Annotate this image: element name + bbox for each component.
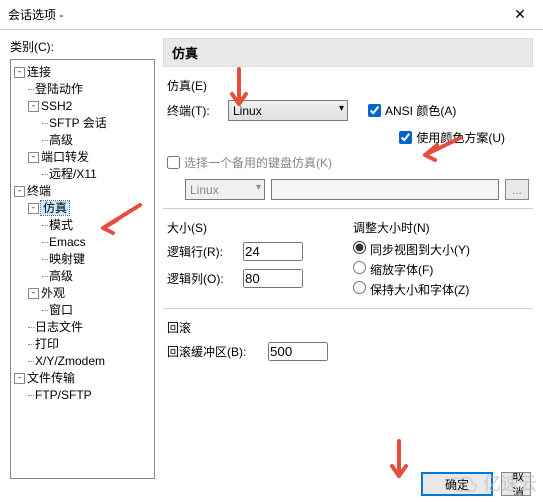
tree-item-print[interactable]: 打印 (35, 337, 59, 351)
color-scheme-checkbox[interactable]: 使用颜色方案(U) (399, 129, 505, 146)
expand-icon[interactable]: - (28, 288, 39, 299)
scrollback-label: 回滚缓冲区(B): (167, 343, 262, 360)
tree-item-login[interactable]: 登陆动作 (35, 82, 83, 96)
cols-input[interactable] (243, 269, 303, 288)
rows-input[interactable] (243, 242, 303, 261)
expand-icon[interactable]: - (28, 203, 39, 214)
tree-item-advanced[interactable]: 高级 (49, 269, 73, 283)
watermark: 亿速云 (449, 470, 537, 496)
tree-item-sftp[interactable]: SFTP 会话 (49, 116, 107, 130)
category-tree[interactable]: -连接 登陆动作 -SSH2 SFTP 会话 高级 -端口转发 (10, 59, 155, 479)
size-group-label: 大小(S) (167, 219, 343, 236)
emulation-group-label: 仿真(E) (167, 77, 529, 94)
title-bar: 会话选项 - ✕ (0, 0, 543, 30)
tree-item-emacs[interactable]: Emacs (49, 235, 86, 249)
tree-item-window[interactable]: 窗口 (49, 303, 73, 317)
alt-keyboard-checkbox[interactable]: 选择一个备用的键盘仿真(K) (167, 154, 332, 171)
expand-icon[interactable]: - (14, 67, 25, 78)
window-title: 会话选项 - (8, 6, 63, 23)
ansi-color-checkbox[interactable]: ANSI 颜色(A) (368, 102, 456, 119)
tree-item-terminal[interactable]: 终端 (27, 184, 51, 198)
panel-title: 仿真 (163, 38, 533, 67)
expand-icon[interactable]: - (28, 101, 39, 112)
expand-icon[interactable]: - (14, 186, 25, 197)
tree-item-advanced[interactable]: 高级 (49, 133, 73, 147)
rows-label: 逻辑行(R): (167, 243, 237, 260)
annotation-arrow-icon (385, 438, 415, 488)
terminal-select[interactable]: Linux (228, 100, 348, 121)
resize-keep-radio[interactable]: 保持大小和字体(Z) (353, 280, 529, 300)
tree-item-mode[interactable]: 模式 (49, 218, 73, 232)
tree-item-remotex11[interactable]: 远程/X11 (49, 167, 97, 181)
alt-keyboard-path (271, 179, 499, 200)
tree-item-appearance[interactable]: 外观 (41, 286, 65, 300)
close-icon[interactable]: ✕ (505, 6, 535, 23)
tree-item-emulation[interactable]: 仿真 (41, 201, 69, 215)
expand-icon[interactable]: - (28, 152, 39, 163)
tree-item-ssh2[interactable]: SSH2 (41, 99, 72, 113)
cols-label: 逻辑列(O): (167, 270, 237, 287)
resize-sync-radio[interactable]: 同步视图到大小(Y) (353, 240, 529, 260)
resize-zoom-radio[interactable]: 缩放字体(F) (353, 260, 529, 280)
resize-group-label: 调整大小时(N) (353, 219, 529, 236)
terminal-label: 终端(T): (167, 102, 222, 119)
alt-keyboard-select: Linux (185, 179, 265, 200)
browse-button: ... (505, 179, 529, 200)
tree-item-logfile[interactable]: 日志文件 (35, 320, 83, 334)
category-label: 类别(C): (10, 38, 155, 55)
scrollback-group-label: 回滚 (167, 319, 529, 336)
tree-item-connection[interactable]: 连接 (27, 65, 51, 79)
tree-item-portfwd[interactable]: 端口转发 (41, 150, 89, 164)
tree-item-mapkey[interactable]: 映射键 (49, 252, 85, 266)
tree-item-xyz[interactable]: X/Y/Zmodem (35, 354, 105, 368)
tree-item-ftpsftp[interactable]: FTP/SFTP (35, 388, 92, 402)
expand-icon[interactable]: - (14, 373, 25, 384)
tree-item-filetransfer[interactable]: 文件传输 (27, 371, 75, 385)
scrollback-input[interactable] (268, 342, 328, 361)
